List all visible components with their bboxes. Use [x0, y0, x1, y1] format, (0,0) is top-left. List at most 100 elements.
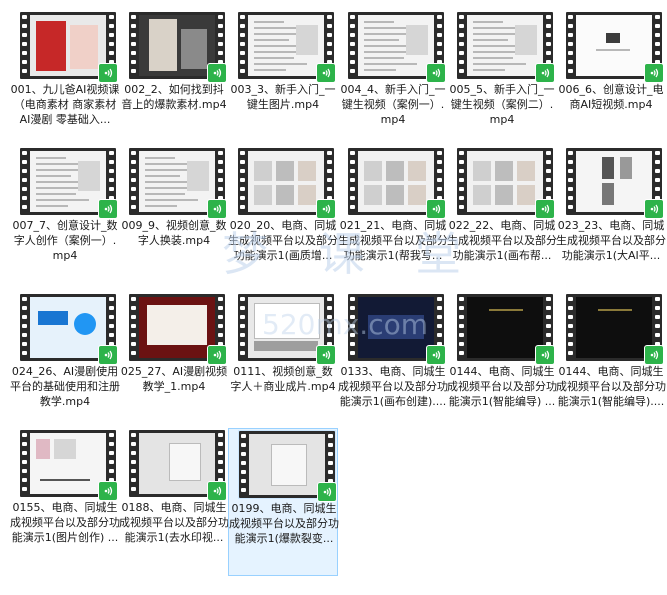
video-thumbnail[interactable]: [20, 12, 118, 83]
file-item[interactable]: 005_5、新手入门_一键生视频（案例二）.mp4: [447, 10, 557, 158]
wechat-video-icon: [644, 345, 664, 365]
video-thumbnail[interactable]: [238, 430, 337, 502]
video-thumbnail[interactable]: [129, 12, 227, 83]
file-item[interactable]: 022_22、电商、同城生成视频平台以及部分功能演示1(画布帮...: [447, 146, 557, 294]
file-item[interactable]: 006_6、创意设计_电商AI短视频.mp4: [556, 10, 666, 158]
video-frame-preview: [358, 297, 434, 358]
video-thumbnail[interactable]: [348, 148, 446, 219]
wechat-video-icon: [316, 345, 336, 365]
file-item[interactable]: 0133、电商、同城生成视频平台以及部分功能演示1(画布创建)....: [338, 292, 448, 440]
wechat-video-icon: [98, 345, 118, 365]
video-thumbnail[interactable]: [457, 148, 555, 219]
file-name-label: 007_7、创意设计_数字人创作（案例一）.mp4: [12, 219, 118, 262]
video-thumbnail[interactable]: [457, 12, 555, 83]
file-item[interactable]: 0144、电商、同城生成视频平台以及部分功能演示1(智能编导) ...: [447, 292, 557, 440]
video-thumbnail[interactable]: [238, 148, 336, 219]
file-name-label: 0155、电商、同城生成视频平台以及部分功能演示1(图片创作) ...: [10, 501, 120, 544]
video-thumbnail[interactable]: [238, 294, 336, 365]
video-thumbnail[interactable]: [129, 430, 227, 501]
file-item[interactable]: 024_26、AI漫剧使用平台的基础使用和注册教学.mp4: [10, 292, 120, 440]
video-thumbnail[interactable]: [129, 294, 227, 365]
video-frame-preview: [30, 297, 106, 358]
file-name-label: 005_5、新手入门_一键生视频（案例二）.mp4: [449, 83, 555, 126]
wechat-video-icon: [98, 481, 118, 501]
wechat-video-icon: [426, 63, 446, 83]
video-frame-preview: [467, 15, 543, 76]
video-frame-preview: [576, 297, 652, 358]
wechat-video-icon: [316, 199, 336, 219]
video-thumbnail[interactable]: [20, 294, 118, 365]
file-item[interactable]: 0199、电商、同城生成视频平台以及部分功能演示1(爆款裂变...: [228, 428, 339, 576]
file-item[interactable]: 0155、电商、同城生成视频平台以及部分功能演示1(图片创作) ...: [10, 428, 120, 576]
video-thumbnail[interactable]: [348, 294, 446, 365]
video-frame-preview: [248, 151, 324, 212]
wechat-video-icon: [317, 482, 337, 502]
file-name-label: 003_3、新手入门_一键生图片.mp4: [230, 83, 336, 111]
file-name-label: 020_20、电商、同城生成视频平台以及部分功能演示1(画质增...: [228, 219, 338, 262]
file-name-label: 021_21、电商、同城生成视频平台以及部分功能演示1(帮我写...: [338, 219, 448, 262]
file-item[interactable]: 021_21、电商、同城生成视频平台以及部分功能演示1(帮我写...: [338, 146, 448, 294]
file-name-label: 0144、电商、同城生成视频平台以及部分功能演示1(智能编导)....: [556, 365, 666, 408]
video-thumbnail[interactable]: [238, 12, 336, 83]
file-item[interactable]: 001、九儿爸AI视频课（电商素材 商家素材 AI漫剧 零基础入...: [10, 10, 120, 158]
video-frame-preview: [30, 15, 106, 76]
video-thumbnail[interactable]: [129, 148, 227, 219]
video-thumbnail[interactable]: [20, 430, 118, 501]
video-frame-preview: [139, 15, 215, 76]
file-item[interactable]: 023_23、电商、同城生成视频平台以及部分功能演示1(大AI平...: [556, 146, 666, 294]
video-frame-preview: [139, 433, 215, 494]
wechat-video-icon: [426, 199, 446, 219]
wechat-video-icon: [316, 63, 336, 83]
video-thumbnail[interactable]: [566, 294, 664, 365]
wechat-video-icon: [535, 199, 555, 219]
file-item[interactable]: 004_4、新手入门_一键生视频（案例一）.mp4: [338, 10, 448, 158]
file-name-label: 022_22、电商、同城生成视频平台以及部分功能演示1(画布帮...: [447, 219, 557, 262]
file-name-label: 0111、视频创意_数字人＋商业成片.mp4: [230, 365, 336, 393]
video-frame-preview: [358, 151, 434, 212]
file-item[interactable]: 025_27、AI漫剧视频教学_1.mp4: [119, 292, 229, 440]
file-item[interactable]: 007_7、创意设计_数字人创作（案例一）.mp4: [10, 146, 120, 294]
video-thumbnail[interactable]: [566, 12, 664, 83]
video-frame-preview: [139, 151, 215, 212]
video-frame-preview: [467, 151, 543, 212]
video-frame-preview: [249, 434, 325, 495]
video-frame-preview: [139, 297, 215, 358]
wechat-video-icon: [98, 199, 118, 219]
file-item[interactable]: 003_3、新手入门_一键生图片.mp4: [228, 10, 338, 158]
file-name-label: 025_27、AI漫剧视频教学_1.mp4: [120, 365, 228, 393]
file-name-label: 004_4、新手入门_一键生视频（案例一）.mp4: [340, 83, 446, 126]
file-item[interactable]: 009_9、视频创意_数字人换装.mp4: [119, 146, 229, 294]
file-name-label: 0188、电商、同城生成视频平台以及部分功能演示1(去水印视...: [119, 501, 229, 544]
file-item[interactable]: 0188、电商、同城生成视频平台以及部分功能演示1(去水印视...: [119, 428, 229, 576]
video-frame-preview: [576, 151, 652, 212]
video-frame-preview: [358, 15, 434, 76]
file-name-label: 002_2、如何找到抖音上的爆款素材.mp4: [121, 83, 227, 111]
file-name-label: 006_6、创意设计_电商AI短视频.mp4: [558, 83, 664, 111]
file-name-label: 001、九儿爸AI视频课（电商素材 商家素材 AI漫剧 零基础入...: [10, 83, 120, 126]
file-grid: 001、九儿爸AI视频课（电商素材 商家素材 AI漫剧 零基础入... 002_2…: [0, 0, 667, 595]
video-frame-preview: [30, 151, 106, 212]
wechat-video-icon: [644, 199, 664, 219]
file-name-label: 024_26、AI漫剧使用平台的基础使用和注册教学.mp4: [10, 365, 120, 408]
file-item[interactable]: 020_20、电商、同城生成视频平台以及部分功能演示1(画质增...: [228, 146, 338, 294]
video-frame-preview: [248, 15, 324, 76]
video-thumbnail[interactable]: [457, 294, 555, 365]
wechat-video-icon: [426, 345, 446, 365]
file-item[interactable]: 0144、电商、同城生成视频平台以及部分功能演示1(智能编导)....: [556, 292, 666, 440]
file-name-label: 0133、电商、同城生成视频平台以及部分功能演示1(画布创建)....: [338, 365, 448, 408]
video-frame-preview: [30, 433, 106, 494]
video-frame-preview: [576, 15, 652, 76]
file-item[interactable]: 002_2、如何找到抖音上的爆款素材.mp4: [119, 10, 229, 158]
file-item[interactable]: 0111、视频创意_数字人＋商业成片.mp4: [228, 292, 338, 440]
video-frame-preview: [467, 297, 543, 358]
file-name-label: 009_9、视频创意_数字人换装.mp4: [121, 219, 227, 247]
file-name-label: 0199、电商、同城生成视频平台以及部分功能演示1(爆款裂变...: [229, 502, 339, 545]
video-thumbnail[interactable]: [566, 148, 664, 219]
file-name-label: 0144、电商、同城生成视频平台以及部分功能演示1(智能编导) ...: [447, 365, 557, 408]
video-thumbnail[interactable]: [20, 148, 118, 219]
wechat-video-icon: [535, 345, 555, 365]
wechat-video-icon: [644, 63, 664, 83]
video-thumbnail[interactable]: [348, 12, 446, 83]
wechat-video-icon: [207, 345, 227, 365]
wechat-video-icon: [207, 199, 227, 219]
